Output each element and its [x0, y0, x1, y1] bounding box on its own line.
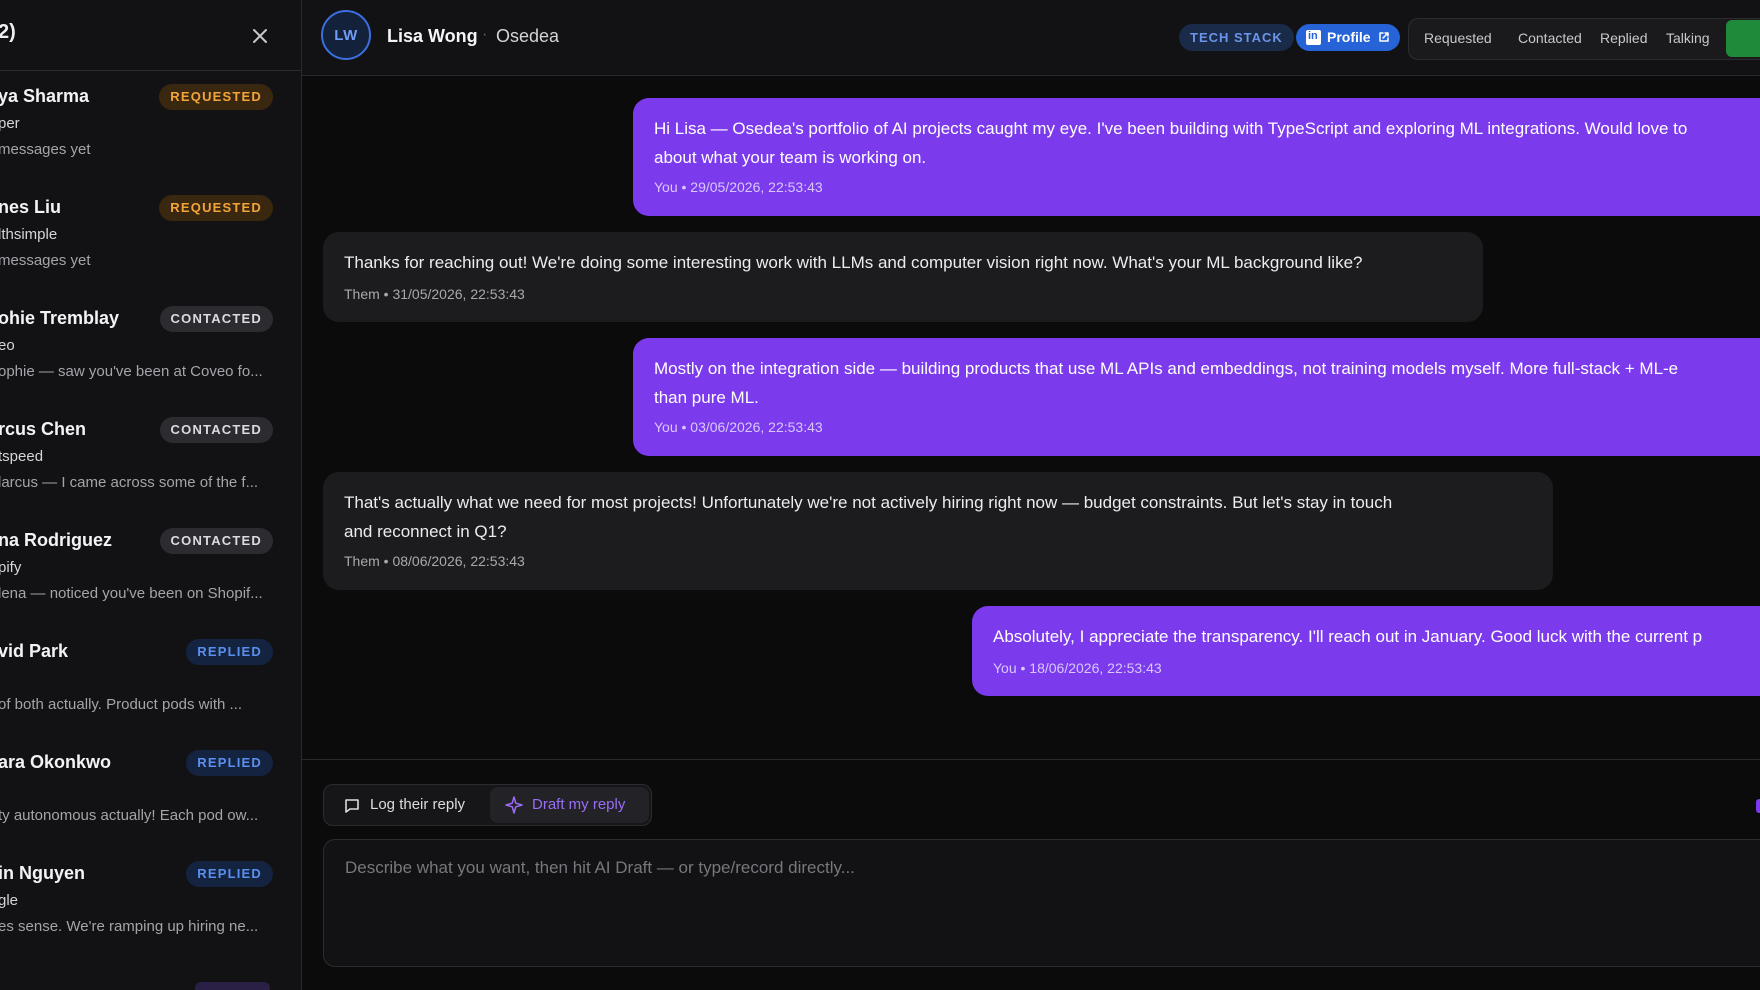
contact-name: na Rodriguez: [0, 530, 113, 550]
log-reply-button[interactable]: Log their reply: [325, 786, 488, 824]
contact-preview: of both actually. Product pods with ...: [0, 696, 243, 713]
status-badge: REPLIED: [186, 861, 273, 887]
reply-mode-toggle: Log their reply Draft my reply: [323, 784, 652, 826]
contact-name: Lisa Wong: [387, 26, 478, 46]
tab-replied[interactable]: Replied: [1600, 30, 1647, 46]
contact-preview: messages yet: [0, 141, 91, 158]
message-bubble-received: Thanks for reaching out! We're doing som…: [323, 232, 1483, 322]
message-bubble-sent: Absolutely, I appreciate the transparenc…: [972, 606, 1760, 696]
status-badge-partial: [195, 982, 270, 990]
message-bubble-received: That's actually what we need for most pr…: [323, 472, 1553, 590]
contact-company: lthsimple: [0, 226, 58, 243]
profile-label: Profile: [1327, 29, 1371, 45]
external-link-icon: [1379, 32, 1389, 42]
status-badge: REPLIED: [186, 750, 273, 776]
sparkle-icon: [505, 796, 523, 814]
contacts-sidebar: 2) ya Sharma per messages yet REQUESTED …: [0, 0, 302, 990]
contact-name: rcus Chen: [0, 419, 87, 439]
contact-item[interactable]: rcus Chen tspeed larcus — I came across …: [0, 403, 300, 514]
sidebar-title: 2): [0, 21, 16, 43]
contact-name: nes Liu: [0, 197, 62, 217]
contact-company: eo: [0, 337, 15, 354]
reply-composer: Log their reply Draft my reply Describe …: [302, 759, 1760, 990]
message-text: That's actually what we need for most pr…: [344, 493, 1393, 541]
contact-preview: lena — noticed you've been on Shopif...: [0, 585, 263, 602]
separator-dot: ·: [482, 26, 488, 43]
message-meta: You • 18/06/2026, 22:53:43: [993, 660, 1162, 676]
contact-company: gle: [0, 892, 19, 909]
message-text: Thanks for reaching out! We're doing som…: [344, 253, 1363, 272]
tech-stack-button[interactable]: TECH STACK: [1179, 24, 1294, 51]
ai-draft-indicator: [1756, 799, 1760, 813]
message-text: Hi Lisa — Osedea's portfolio of AI proje…: [654, 119, 1688, 167]
message-bubble-sent: Hi Lisa — Osedea's portfolio of AI proje…: [633, 98, 1760, 216]
conversation-header: LW Lisa Wong · Osedea TECH STACK in Prof…: [302, 0, 1760, 76]
sidebar-header: 2): [0, 0, 301, 71]
contact-name: ohie Tremblay: [0, 308, 120, 328]
contact-item[interactable]: nes Liu lthsimple messages yet REQUESTED: [0, 181, 300, 292]
tab-active-indicator[interactable]: [1726, 20, 1760, 57]
tab-talking[interactable]: Talking: [1666, 30, 1710, 46]
status-badge: REPLIED: [186, 639, 273, 665]
contact-name: ya Sharma: [0, 86, 90, 106]
contact-preview: messages yet: [0, 252, 91, 269]
reply-input[interactable]: Describe what you want, then hit AI Draf…: [323, 839, 1760, 967]
message-list: Hi Lisa — Osedea's portfolio of AI proje…: [302, 76, 1760, 758]
contact-item[interactable]: ya Sharma per messages yet REQUESTED: [0, 70, 300, 181]
tab-contacted[interactable]: Contacted: [1518, 30, 1582, 46]
message-icon: [345, 799, 359, 813]
contact-item[interactable]: in Nguyen gle es sense. We're ramping up…: [0, 847, 300, 958]
contact-company: Osedea: [496, 26, 560, 46]
linkedin-icon: in: [1306, 30, 1321, 45]
linkedin-profile-button[interactable]: in Profile: [1296, 24, 1400, 51]
contact-preview: larcus — I came across some of the f...: [0, 474, 259, 491]
contact-preview: ty autonomous actually! Each pod ow...: [0, 807, 259, 824]
message-text: Mostly on the integration side — buildin…: [654, 359, 1679, 407]
message-meta: Them • 08/06/2026, 22:53:43: [344, 553, 525, 569]
message-bubble-sent: Mostly on the integration side — buildin…: [633, 338, 1760, 456]
contact-preview: ophie — saw you've been at Coveo fo...: [0, 363, 263, 380]
status-badge: CONTACTED: [159, 528, 273, 554]
status-badge: REQUESTED: [159, 195, 273, 221]
contact-item[interactable]: ohie Tremblay eo ophie — saw you've been…: [0, 292, 300, 403]
status-badge: REQUESTED: [159, 84, 273, 110]
contact-item[interactable]: na Rodriguez pify lena — noticed you've …: [0, 514, 300, 625]
draft-reply-label: Draft my reply: [532, 796, 626, 813]
status-tabs: Requested Contacted Replied Talking: [1408, 18, 1760, 60]
contact-name: in Nguyen: [0, 863, 86, 883]
status-badge: CONTACTED: [159, 306, 273, 332]
contact-preview: es sense. We're ramping up hiring ne...: [0, 918, 259, 935]
contact-item[interactable]: ara Okonkwo ty autonomous actually! Each…: [0, 736, 300, 847]
status-badge: CONTACTED: [159, 417, 273, 443]
draft-reply-button[interactable]: Draft my reply: [490, 787, 649, 823]
message-meta: You • 29/05/2026, 22:53:43: [654, 179, 823, 195]
reply-placeholder: Describe what you want, then hit AI Draf…: [345, 858, 855, 877]
message-meta: Them • 31/05/2026, 22:53:43: [344, 286, 525, 302]
contact-name: ara Okonkwo: [0, 752, 112, 772]
log-reply-label: Log their reply: [370, 796, 466, 813]
message-text: Absolutely, I appreciate the transparenc…: [993, 627, 1703, 646]
avatar: LW: [321, 10, 371, 60]
contact-name: vid Park: [0, 641, 69, 661]
close-icon[interactable]: [246, 22, 274, 50]
contact-item[interactable]: vid Park of both actually. Product pods …: [0, 625, 300, 736]
message-meta: You • 03/06/2026, 22:53:43: [654, 419, 823, 435]
tab-requested[interactable]: Requested: [1424, 30, 1492, 46]
contact-company: tspeed: [0, 448, 44, 465]
contact-company: per: [0, 115, 20, 132]
contact-company: pify: [0, 559, 22, 576]
